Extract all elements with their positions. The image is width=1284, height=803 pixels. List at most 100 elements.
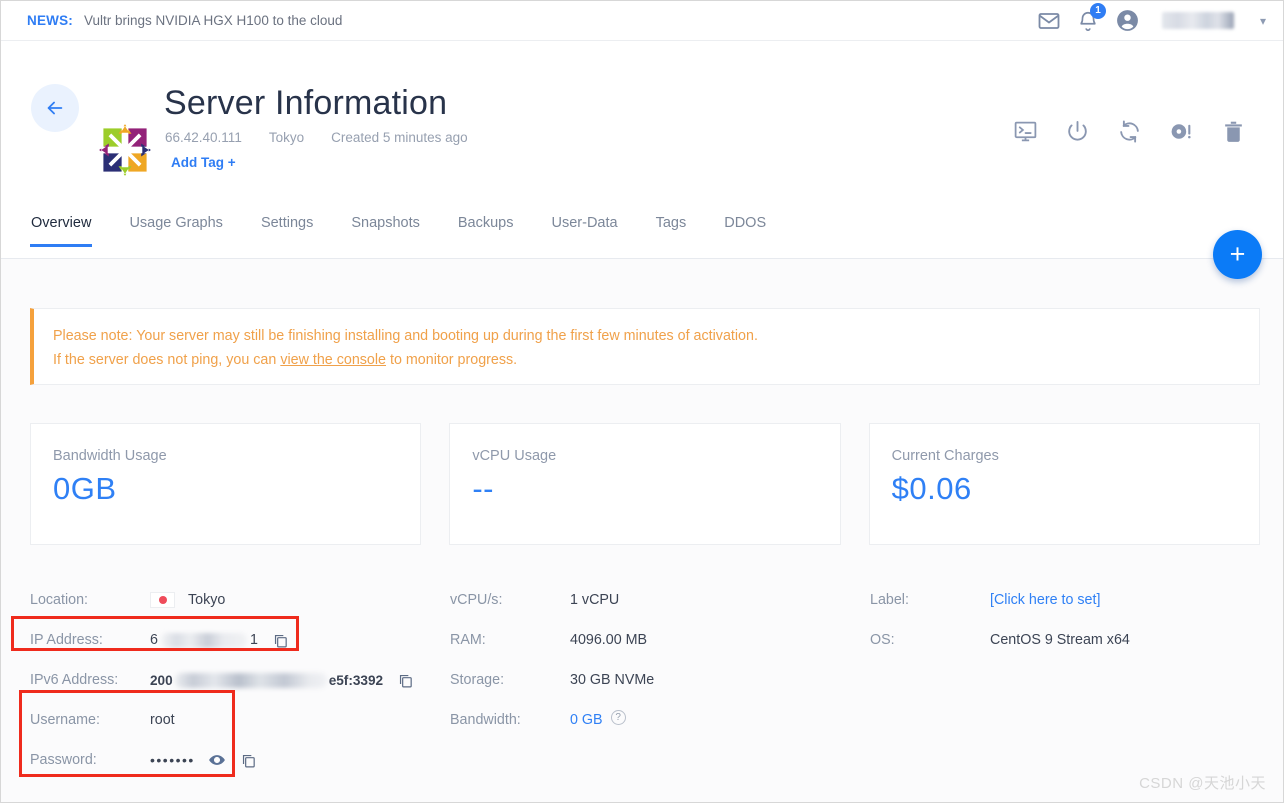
card-current-charges: Current Charges $0.06 (868, 423, 1260, 545)
row-bandwidth: Bandwidth: 0 GB ? (450, 700, 870, 740)
username-value: root (150, 712, 175, 728)
watermark: CSDN @天池小天 (1139, 775, 1266, 792)
japan-flag-icon (150, 592, 175, 608)
ip-prefix: 6 (150, 632, 158, 648)
storage-value: 30 GB NVMe (570, 672, 655, 688)
overview-panel: Please note: Your server may still be fi… (0, 260, 1284, 803)
ipv6-redacted (174, 672, 327, 688)
account-circle-icon[interactable] (1115, 8, 1140, 33)
page-title: Server Information (164, 84, 448, 122)
card-label: Current Charges (891, 448, 999, 464)
mail-icon[interactable] (1037, 9, 1061, 33)
location-value: Tokyo (150, 592, 225, 608)
summary-cards: Bandwidth Usage 0GB vCPU Usage -- Curren… (30, 423, 1260, 545)
add-tag-button[interactable]: Add Tag + (171, 155, 236, 170)
row-password: Password: ••••••• (30, 740, 450, 780)
news-headline[interactable]: Vultr brings NVIDIA HGX H100 to the clou… (84, 13, 342, 28)
notice-text-after: to monitor progress. (386, 352, 518, 368)
ip-suffix: 1 (249, 632, 258, 648)
row-storage: Storage: 30 GB NVMe (450, 660, 870, 700)
row-ip-address: IP Address: 6 1 (30, 620, 450, 660)
notice-text-before: If the server does not ping, you can (53, 352, 281, 368)
tab-usage-graphs[interactable]: Usage Graphs (128, 209, 224, 247)
details-column-3: Label: [Click here to set] OS: CentOS 9 … (870, 580, 1260, 780)
username-label: Username: (30, 712, 100, 728)
password-masked: ••••••• (150, 752, 195, 768)
tab-user-data[interactable]: User-Data (551, 209, 619, 247)
card-label: Bandwidth Usage (53, 448, 167, 464)
tab-settings[interactable]: Settings (260, 209, 314, 247)
card-value: $0.06 (891, 471, 972, 506)
server-action-icons (1013, 119, 1246, 144)
bandwidth-value: 0 GB ? (570, 709, 626, 731)
tab-ddos[interactable]: DDOS (723, 209, 767, 247)
ip-redacted (160, 632, 247, 648)
ip-address-value: 6 1 (150, 632, 289, 649)
view-console-link[interactable]: view the console (280, 352, 386, 368)
card-bandwidth-usage: Bandwidth Usage 0GB (30, 423, 422, 545)
ipv6-address-label: IPv6 Address: (30, 672, 119, 688)
password-label: Password: (30, 752, 97, 768)
server-created-meta: Created 5 minutes ago (331, 130, 468, 145)
bell-icon[interactable]: 1 (1077, 2, 1106, 32)
password-value: ••••••• (150, 751, 257, 769)
server-region-meta: Tokyo (268, 130, 305, 145)
details-column-2: vCPU/s: 1 vCPU RAM: 4096.00 MB Storage: … (450, 580, 870, 780)
restart-icon[interactable] (1117, 119, 1142, 144)
location-text: Tokyo (188, 592, 226, 608)
tab-overview[interactable]: Overview (30, 209, 93, 247)
storage-label: Storage: (450, 672, 505, 688)
card-value: -- (472, 471, 494, 506)
location-label: Location: (30, 592, 89, 608)
provisioning-notice: Please note: Your server may still be fi… (30, 308, 1260, 385)
top-right-controls: 1 ▾ (1037, 0, 1266, 41)
row-username: Username: root (30, 700, 450, 740)
tab-tags[interactable]: Tags (655, 209, 688, 247)
news-bar: NEWS: Vultr brings NVIDIA HGX H100 to th… (0, 0, 1284, 41)
ip-address-label: IP Address: (30, 632, 103, 648)
show-password-eye-icon[interactable] (208, 751, 226, 769)
row-ipv6-address: IPv6 Address: 200 e5f:3392 (30, 660, 450, 700)
reinstall-icon[interactable] (1169, 119, 1194, 144)
bandwidth-label: Bandwidth: (450, 712, 521, 728)
notification-badge: 1 (1089, 2, 1106, 19)
copy-ip-icon[interactable] (272, 632, 289, 649)
server-details-grid: Location: Tokyo IP Address: 6 1 IPv6 Add… (30, 580, 1260, 780)
os-label: OS: (870, 632, 895, 648)
power-icon[interactable] (1065, 119, 1090, 144)
server-ip-meta: 66.42.40.111 (165, 130, 242, 145)
notice-line-1: Please note: Your server may still be fi… (53, 328, 758, 344)
chevron-down-icon[interactable]: ▾ (1260, 14, 1266, 28)
row-label: Label: [Click here to set] (870, 580, 1260, 620)
vcpu-value: 1 vCPU (570, 592, 620, 608)
tab-snapshots[interactable]: Snapshots (350, 209, 421, 247)
ipv6-prefix: 200 (150, 672, 173, 688)
view-console-icon[interactable] (1013, 119, 1038, 144)
vcpu-label: vCPU/s: (450, 592, 503, 608)
copy-password-icon[interactable] (240, 752, 257, 769)
details-column-1: Location: Tokyo IP Address: 6 1 IPv6 Add… (30, 580, 450, 780)
card-label: vCPU Usage (472, 448, 557, 464)
row-ram: RAM: 4096.00 MB (450, 620, 870, 660)
ipv6-address-value: 200 e5f:3392 (150, 672, 414, 689)
copy-ipv6-icon[interactable] (397, 672, 414, 689)
ram-value: 4096.00 MB (570, 632, 648, 648)
server-meta: 66.42.40.111 Tokyo Created 5 minutes ago (165, 130, 468, 145)
help-icon[interactable]: ? (610, 709, 626, 725)
page-root: NEWS: Vultr brings NVIDIA HGX H100 to th… (0, 0, 1284, 803)
row-os: OS: CentOS 9 Stream x64 (870, 620, 1260, 660)
set-label-link[interactable]: [Click here to set] (990, 592, 1100, 608)
tab-bar: Overview Usage Graphs Settings Snapshots… (0, 209, 1284, 259)
os-value: CentOS 9 Stream x64 (990, 632, 1130, 648)
card-vcpu-usage: vCPU Usage -- (449, 423, 841, 545)
notice-line-2: If the server does not ping, you can vie… (53, 348, 1259, 372)
back-button[interactable] (31, 84, 79, 132)
news-label: NEWS: (27, 12, 73, 28)
add-server-fab[interactable]: + (1213, 230, 1262, 279)
bandwidth-amount[interactable]: 0 GB (570, 712, 603, 728)
delete-icon[interactable] (1221, 119, 1246, 144)
card-value: 0GB (53, 471, 117, 506)
ram-label: RAM: (450, 632, 486, 648)
tab-backups[interactable]: Backups (457, 209, 515, 247)
server-label-label: Label: (870, 592, 909, 608)
